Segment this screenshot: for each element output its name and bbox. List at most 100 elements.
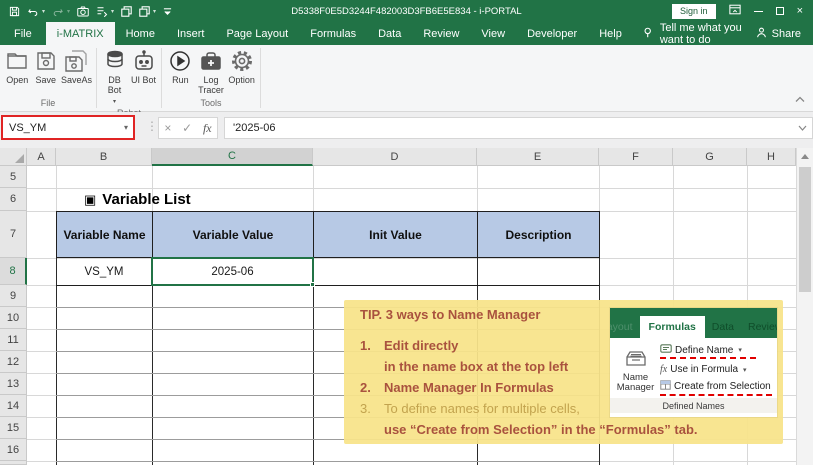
- row-header-16[interactable]: 16: [0, 439, 27, 461]
- scroll-up-icon[interactable]: [797, 148, 813, 165]
- row-header-11[interactable]: 11: [0, 329, 27, 351]
- scrollbar-thumb[interactable]: [799, 167, 811, 292]
- tip-indent: [360, 419, 384, 440]
- copy-icon[interactable]: [121, 6, 132, 17]
- name-box[interactable]: VS_YM ▾: [1, 115, 135, 140]
- play-icon: [168, 49, 192, 73]
- tip-item-3-line-2: use “Create from Selection” in the “Form…: [384, 419, 698, 440]
- ribbon-display-options-icon[interactable]: [729, 2, 741, 20]
- run-button[interactable]: Run: [166, 49, 195, 85]
- redo-icon[interactable]: [52, 6, 64, 17]
- db-bot-button[interactable]: DB Bot ▾: [101, 49, 128, 107]
- undo-dropdown-icon[interactable]: ▾: [42, 8, 45, 15]
- row-header-15[interactable]: 15: [0, 417, 27, 439]
- tab-data[interactable]: Data: [367, 22, 412, 45]
- cell-d8[interactable]: [313, 258, 477, 285]
- collapse-ribbon-icon[interactable]: [795, 90, 805, 108]
- tab-view[interactable]: View: [470, 22, 516, 45]
- column-header-g[interactable]: G: [673, 148, 747, 166]
- expand-formula-bar-icon[interactable]: [798, 122, 812, 134]
- option-button[interactable]: Option: [227, 49, 256, 85]
- column-header-h[interactable]: H: [747, 148, 796, 166]
- column-header-b[interactable]: B: [56, 148, 152, 166]
- save-icon[interactable]: [9, 6, 20, 17]
- save-button[interactable]: Save: [32, 49, 58, 85]
- column-header-a[interactable]: A: [27, 148, 56, 166]
- tell-me-search[interactable]: Tell me what you want to do: [643, 22, 756, 45]
- column-header-d[interactable]: D: [313, 148, 477, 166]
- row-header-12[interactable]: 12: [0, 351, 27, 373]
- row-header-9[interactable]: 9: [0, 285, 27, 307]
- customize-qat-icon[interactable]: [163, 7, 172, 16]
- formula-input[interactable]: '2025-06: [224, 117, 813, 139]
- share-label: Share: [772, 28, 801, 40]
- db-bot-dropdown-icon[interactable]: ▾: [113, 97, 116, 107]
- tip-item-3-continued: use “Create from Selection” in the “Form…: [360, 419, 783, 440]
- tab-page-layout[interactable]: Page Layout: [215, 22, 299, 45]
- mini-use-in-formula-item: fx Use in Formula ▾: [660, 364, 772, 375]
- close-button[interactable]: ×: [797, 6, 803, 17]
- cell-c8-selected[interactable]: 2025-06: [151, 257, 314, 286]
- minimize-button[interactable]: [754, 11, 763, 12]
- select-all-corner[interactable]: [0, 148, 27, 166]
- mini-use-in-formula-dropdown-icon: ▾: [743, 366, 747, 374]
- ui-bot-label: UI Bot: [131, 75, 156, 85]
- row-header-10[interactable]: 10: [0, 307, 27, 329]
- mini-name-manager-button: Name Manager: [615, 342, 656, 398]
- ui-bot-button[interactable]: UI Bot: [130, 49, 157, 85]
- paste-options-icon[interactable]: [96, 6, 108, 17]
- row-header-7[interactable]: 7: [0, 211, 27, 258]
- tab-insert[interactable]: Insert: [166, 22, 216, 45]
- tab-home[interactable]: Home: [115, 22, 166, 45]
- paste-options-dropdown-icon[interactable]: ▾: [111, 8, 114, 15]
- save-as-button[interactable]: SaveAs: [61, 49, 92, 85]
- duplicate-icon[interactable]: [139, 6, 150, 17]
- tab-help[interactable]: Help: [588, 22, 633, 45]
- table-header-description[interactable]: Description: [477, 211, 600, 258]
- redo-dropdown-icon[interactable]: ▾: [67, 8, 70, 15]
- cancel-icon[interactable]: ×: [164, 121, 171, 135]
- column-header-e[interactable]: E: [477, 148, 599, 166]
- name-box-dropdown-icon[interactable]: ▾: [124, 123, 133, 132]
- ribbon-group-tools: Run Log Tracer Option Tools: [162, 45, 260, 111]
- sign-in-button[interactable]: Sign in: [672, 4, 716, 19]
- row-header-5[interactable]: 5: [0, 166, 27, 188]
- mini-tab-data: Data: [705, 316, 741, 338]
- mini-tab-layout: Layout: [610, 316, 640, 338]
- table-header-init-value[interactable]: Init Value: [313, 211, 478, 258]
- tab-review[interactable]: Review: [412, 22, 470, 45]
- log-tracer-button[interactable]: Log Tracer: [197, 49, 226, 95]
- insert-function-icon[interactable]: fx: [203, 121, 212, 136]
- enter-check-icon[interactable]: ✓: [182, 121, 192, 135]
- tab-developer[interactable]: Developer: [516, 22, 588, 45]
- duplicate-dropdown-icon[interactable]: ▾: [153, 8, 156, 15]
- undo-icon[interactable]: [27, 6, 39, 17]
- row-header-14[interactable]: 14: [0, 395, 27, 417]
- group-label-file: File: [0, 97, 96, 111]
- row-header-13[interactable]: 13: [0, 373, 27, 395]
- tab-formulas[interactable]: Formulas: [299, 22, 367, 45]
- share-button[interactable]: Share: [756, 22, 813, 45]
- ribbon-group-robot: DB Bot ▾ UI Bot Robot: [97, 45, 161, 111]
- tab-i-matrix[interactable]: i-MATRIX: [46, 22, 115, 45]
- quick-access-toolbar: ▾ ▾ ▾ ▾: [0, 6, 172, 17]
- column-header-c[interactable]: C: [152, 148, 313, 166]
- tab-file[interactable]: File: [0, 22, 46, 45]
- table-header-variable-value[interactable]: Variable Value: [152, 211, 314, 258]
- section-title-text: Variable List: [102, 191, 190, 208]
- table-header-variable-name[interactable]: Variable Name: [56, 211, 153, 258]
- maximize-button[interactable]: [776, 7, 784, 15]
- column-header-f[interactable]: F: [599, 148, 673, 166]
- gear-icon: [230, 49, 254, 73]
- cell-e8[interactable]: [477, 258, 599, 285]
- row-header-6[interactable]: 6: [0, 188, 27, 211]
- ribbon-group-file: Open Save SaveAs File: [0, 45, 96, 111]
- row-header-8[interactable]: 8: [0, 258, 27, 285]
- vertical-scrollbar[interactable]: [796, 148, 813, 465]
- cell-b8[interactable]: VS_YM: [56, 258, 152, 285]
- open-button[interactable]: Open: [4, 49, 30, 85]
- save-as-label: SaveAs: [61, 75, 92, 85]
- define-name-icon: [660, 344, 672, 356]
- camera-icon[interactable]: [77, 6, 89, 17]
- title-bar: D5338F0E5D3244F482003D3FB6E5E834 - i-POR…: [0, 0, 813, 22]
